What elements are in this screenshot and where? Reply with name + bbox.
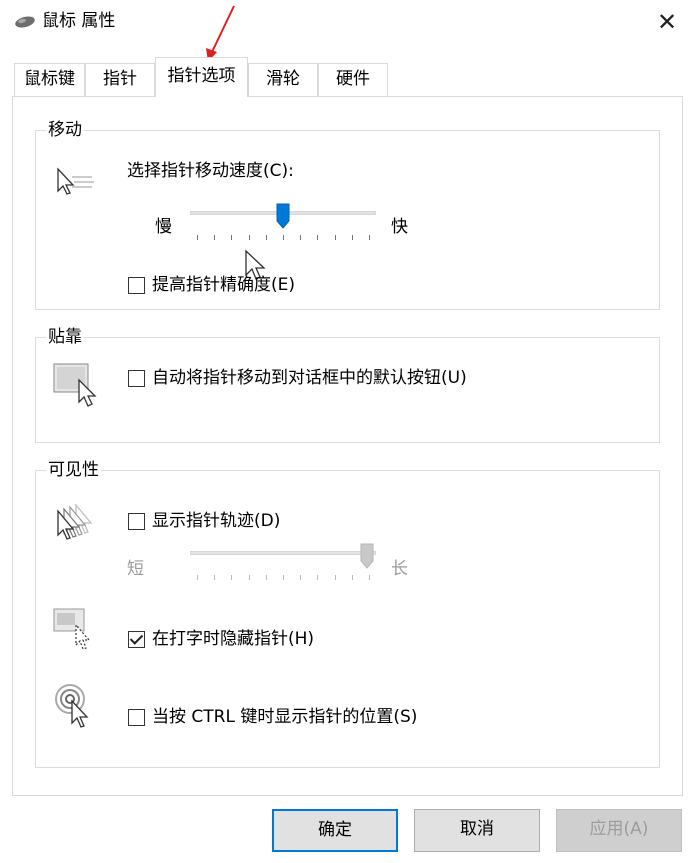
slider-tick	[369, 575, 370, 580]
motion-group-label: 移动	[46, 119, 84, 141]
slider-tick	[334, 575, 336, 580]
slider-tick	[214, 235, 216, 240]
motion-group: 移动 选择指针移动速度(C): 慢 快 提高指针精确度(E)	[35, 119, 660, 310]
mouse-icon	[15, 16, 35, 28]
close-icon[interactable]: ✕	[653, 8, 681, 36]
trails-slider-thumb	[360, 543, 374, 569]
trails-slider-track	[190, 551, 376, 555]
tab-panel: 移动 选择指针移动速度(C): 慢 快 提高指针精确度(E) 贴靠 自动将指针移…	[12, 96, 683, 796]
slider-tick	[300, 575, 302, 580]
slider-tick	[248, 235, 250, 240]
pointer-speed-icon	[57, 167, 94, 195]
snap-to-label: 自动将指针移动到对话框中的默认按钮(U)	[152, 368, 467, 388]
tab-buttons[interactable]: 鼠标键	[14, 63, 85, 96]
trails-short-label: 短	[127, 559, 144, 579]
pointer-trails-label: 显示指针轨迹(D)	[152, 511, 281, 531]
slider-tick	[283, 575, 284, 580]
snap-to-group-label: 贴靠	[46, 326, 84, 348]
enhance-precision-checkbox[interactable]	[128, 277, 145, 294]
hide-while-typing-label: 在打字时隐藏指针(H)	[152, 629, 315, 649]
tab-pointer-options[interactable]: 指针选项	[155, 57, 248, 97]
trails-long-label: 长	[391, 559, 408, 579]
apply-button: 应用(A)	[556, 809, 682, 852]
hide-while-typing-checkbox[interactable]	[128, 631, 145, 648]
hide-pointer-icon	[53, 608, 91, 650]
slider-tick	[265, 235, 267, 240]
visibility-group-label: 可见性	[46, 459, 101, 481]
speed-label: 选择指针移动速度(C):	[127, 161, 294, 181]
slider-tick	[334, 235, 336, 240]
cancel-button[interactable]: 取消	[414, 809, 540, 852]
enhance-precision-label: 提高指针精确度(E)	[152, 275, 296, 295]
speed-slider-thumb[interactable]	[276, 203, 290, 229]
ctrl-locate-checkbox[interactable]	[128, 709, 145, 726]
slider-tick	[197, 575, 198, 580]
tab-pointers[interactable]: 指针	[85, 63, 155, 96]
title-bar: 鼠标 属性 ✕	[0, 0, 695, 44]
visibility-group: 可见性 显示指针轨迹(D) 短 长 在打字时隐藏指针(H) 当按 CTRL 键时…	[35, 459, 660, 768]
tab-wheel[interactable]: 滑轮	[248, 63, 318, 96]
slow-label: 慢	[155, 217, 172, 237]
snap-to-icon	[53, 363, 97, 407]
pointer-trails-icon	[57, 503, 93, 540]
pointer-trails-checkbox[interactable]	[128, 513, 145, 530]
ctrl-locate-label: 当按 CTRL 键时显示指针的位置(S)	[152, 707, 418, 727]
slider-tick	[231, 235, 233, 240]
snap-to-group: 贴靠 自动将指针移动到对话框中的默认按钮(U)	[35, 326, 660, 443]
slider-tick	[214, 575, 216, 580]
slider-tick	[248, 575, 250, 580]
ctrl-locate-icon	[55, 684, 89, 728]
slider-tick	[317, 575, 319, 580]
slider-tick	[351, 235, 353, 240]
window-title: 鼠标 属性	[42, 11, 116, 31]
slider-tick	[300, 235, 302, 240]
slider-tick	[265, 575, 267, 580]
slider-tick	[369, 235, 370, 240]
slider-tick	[283, 235, 284, 240]
slider-tick	[317, 235, 319, 240]
snap-to-checkbox[interactable]	[128, 370, 145, 387]
tab-hardware[interactable]: 硬件	[318, 63, 388, 96]
fast-label: 快	[391, 217, 408, 237]
slider-tick	[351, 575, 353, 580]
slider-tick	[231, 575, 233, 580]
ok-button[interactable]: 确定	[272, 809, 398, 852]
annotation-arrow-icon	[206, 5, 235, 62]
slider-tick	[197, 235, 198, 240]
